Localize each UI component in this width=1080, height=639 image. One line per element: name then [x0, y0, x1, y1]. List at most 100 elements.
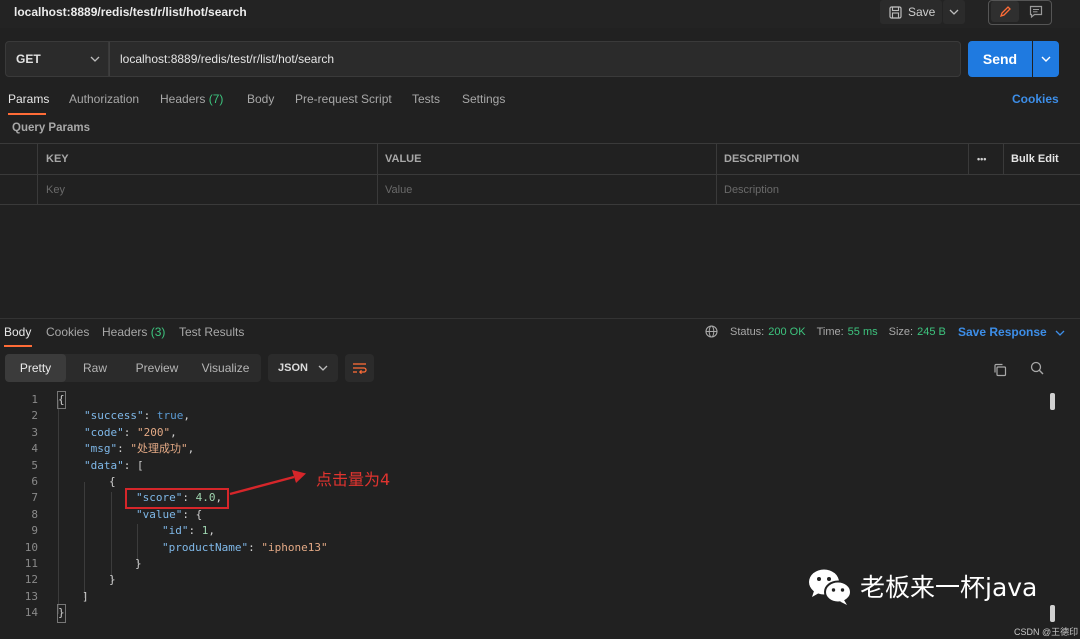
column-divider [716, 144, 717, 205]
status-label: Status: [730, 325, 765, 338]
code-text: } [109, 573, 116, 587]
tab-response-cookies[interactable]: Cookies [46, 325, 89, 339]
json-value: "处理成功" [130, 442, 188, 456]
headers-count-badge: (7) [208, 92, 224, 106]
code-text: ] [82, 589, 89, 603]
view-preview[interactable]: Preview [124, 354, 190, 382]
tab-prerequest-script[interactable]: Pre-request Script [295, 92, 392, 106]
view-visualize[interactable]: Visualize [190, 354, 261, 382]
tab-response-body[interactable]: Body [4, 325, 31, 339]
url-input[interactable]: localhost:8889/redis/test/r/list/hot/sea… [109, 41, 961, 77]
method-select[interactable]: GET [5, 41, 109, 77]
line-number: 5 [31, 458, 38, 472]
more-options-button[interactable]: ••• [969, 144, 1003, 174]
method-label: GET [16, 52, 41, 66]
code-text: { [109, 475, 116, 488]
line-number: 11 [24, 557, 38, 570]
cookies-link[interactable]: Cookies [1012, 92, 1059, 106]
active-tab-indicator [8, 113, 46, 115]
size-label: Size: [888, 325, 914, 338]
comments-button[interactable] [1022, 1, 1050, 22]
send-options-button[interactable] [1033, 41, 1059, 77]
json-value: [ [137, 458, 144, 472]
tab-test-results[interactable]: Test Results [179, 325, 244, 339]
chevron-down-icon [318, 365, 328, 371]
key-input[interactable]: Key [38, 175, 377, 205]
column-value: VALUE [385, 153, 422, 165]
search-button[interactable] [1027, 358, 1047, 378]
time-value[interactable]: 55 ms [848, 326, 878, 338]
size-value[interactable]: 245 B [917, 326, 946, 338]
tab-response-headers[interactable]: Headers (3) [102, 325, 165, 339]
line-number: 2 [31, 409, 38, 423]
code-line: 4 "msg": "处理成功", [0, 441, 1048, 457]
json-value: { [195, 507, 203, 521]
wrap-lines-icon [353, 363, 367, 374]
table-row: Key Value Description [0, 175, 1080, 206]
tab-params[interactable]: Params [8, 92, 49, 106]
line-number: 12 [24, 573, 38, 587]
code-text: } [57, 604, 66, 623]
json-key: "msg" [84, 442, 118, 456]
code-line: 2 "success": true, [0, 408, 1048, 424]
wrap-lines-button[interactable] [345, 354, 374, 382]
save-button[interactable]: Save [880, 0, 942, 24]
json-key: "productName" [162, 540, 249, 554]
tab-tests[interactable]: Tests [412, 92, 440, 106]
edit-mode-button[interactable] [991, 1, 1019, 22]
time-label: Time: [816, 325, 844, 338]
line-number: 3 [31, 425, 38, 439]
line-number: 9 [31, 524, 38, 538]
response-status-bar: Status: 200 OK Time: 55 ms Size: 245 B [705, 325, 946, 338]
line-number: 6 [31, 475, 38, 488]
pane-divider[interactable] [0, 318, 1080, 319]
column-key: KEY [46, 153, 69, 165]
line-number: 7 [31, 491, 38, 505]
code-text: } [135, 557, 142, 570]
tab-response-headers-label: Headers [102, 325, 148, 339]
code-line: 10 "productName": "iphone13" [0, 540, 1048, 556]
view-pretty[interactable]: Pretty [5, 354, 66, 382]
json-key: "value" [136, 507, 183, 521]
watermark: 老板来一杯java [806, 566, 1037, 606]
scrollbar-thumb-bottom[interactable] [1050, 605, 1055, 622]
tab-body[interactable]: Body [247, 92, 274, 106]
response-headers-count-badge: (3) [150, 325, 166, 339]
code-line: 3 "code": "200", [0, 425, 1048, 441]
value-input[interactable]: Value [377, 175, 716, 205]
column-divider [37, 144, 38, 205]
scrollbar-thumb[interactable] [1050, 393, 1055, 410]
annotation-arrow [229, 470, 306, 496]
search-icon [1030, 361, 1044, 375]
line-number: 1 [31, 393, 38, 406]
tab-authorization[interactable]: Authorization [69, 92, 139, 106]
line-number: 4 [31, 442, 38, 456]
description-input[interactable]: Description [716, 175, 1080, 205]
tab-settings[interactable]: Settings [462, 92, 505, 106]
params-table: KEY VALUE DESCRIPTION ••• Bulk Edit Key … [0, 143, 1080, 205]
line-number: 14 [24, 606, 38, 620]
save-options-button[interactable] [943, 0, 965, 24]
bulk-edit-button[interactable]: Bulk Edit [1003, 144, 1080, 174]
chevron-down-icon [90, 56, 100, 62]
column-divider [377, 144, 378, 205]
copy-button[interactable] [990, 360, 1010, 380]
view-raw[interactable]: Raw [66, 354, 124, 382]
code-text: { [57, 390, 66, 410]
tab-headers[interactable]: Headers (7) [160, 92, 223, 106]
code-line: 1{ [0, 390, 1048, 410]
json-key: "success" [84, 409, 144, 423]
globe-icon[interactable] [705, 325, 718, 338]
status-value[interactable]: 200 OK [768, 326, 805, 338]
active-tab-indicator [4, 345, 32, 347]
chevron-down-icon [1041, 56, 1051, 62]
format-select[interactable]: JSON [268, 354, 338, 382]
json-value: 1 [201, 524, 209, 538]
json-key: "code" [84, 425, 124, 439]
line-number: 13 [24, 589, 38, 603]
chevron-down-icon [949, 9, 959, 15]
tab-headers-label: Headers [160, 92, 206, 106]
save-response-button[interactable]: Save Response [958, 325, 1065, 339]
send-button[interactable]: Send [968, 41, 1032, 77]
json-key: "data" [84, 458, 124, 472]
